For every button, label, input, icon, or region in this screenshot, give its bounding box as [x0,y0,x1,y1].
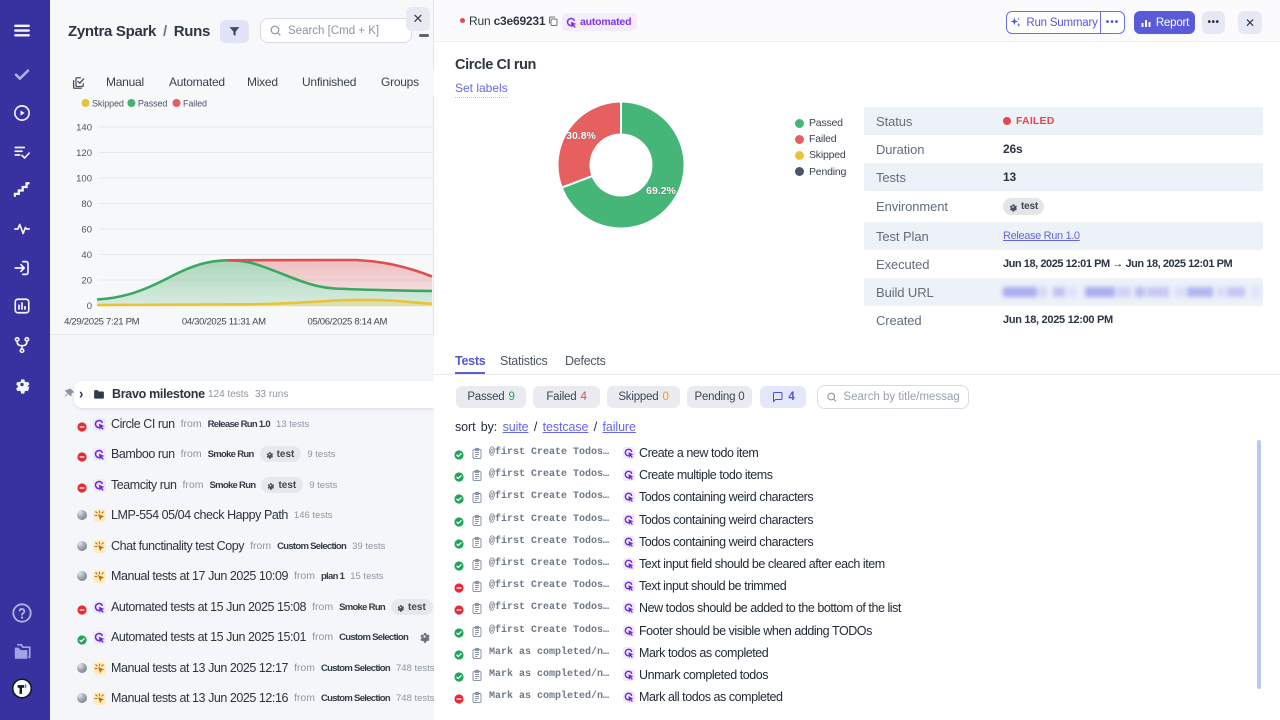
svg-text:0: 0 [87,301,92,312]
svg-text:30.8%: 30.8% [566,130,596,142]
svg-text:140: 140 [76,123,92,134]
svg-text:69.2%: 69.2% [646,185,676,197]
svg-text:60: 60 [81,225,92,236]
svg-text:05/06/2025 8:14 AM: 05/06/2025 8:14 AM [307,317,387,328]
svg-text:Skipped: Skipped [92,99,124,109]
svg-text:40: 40 [81,250,92,261]
svg-text:120: 120 [76,148,92,159]
svg-text:100: 100 [76,174,92,185]
svg-text:20: 20 [81,276,92,287]
svg-text:Passed: Passed [138,99,168,109]
svg-text:Failed: Failed [183,99,207,109]
svg-text:04/30/2025 11:31 AM: 04/30/2025 11:31 AM [182,317,266,328]
svg-text:4/29/2025 7:21 PM: 4/29/2025 7:21 PM [64,317,140,328]
svg-text:80: 80 [81,199,92,210]
